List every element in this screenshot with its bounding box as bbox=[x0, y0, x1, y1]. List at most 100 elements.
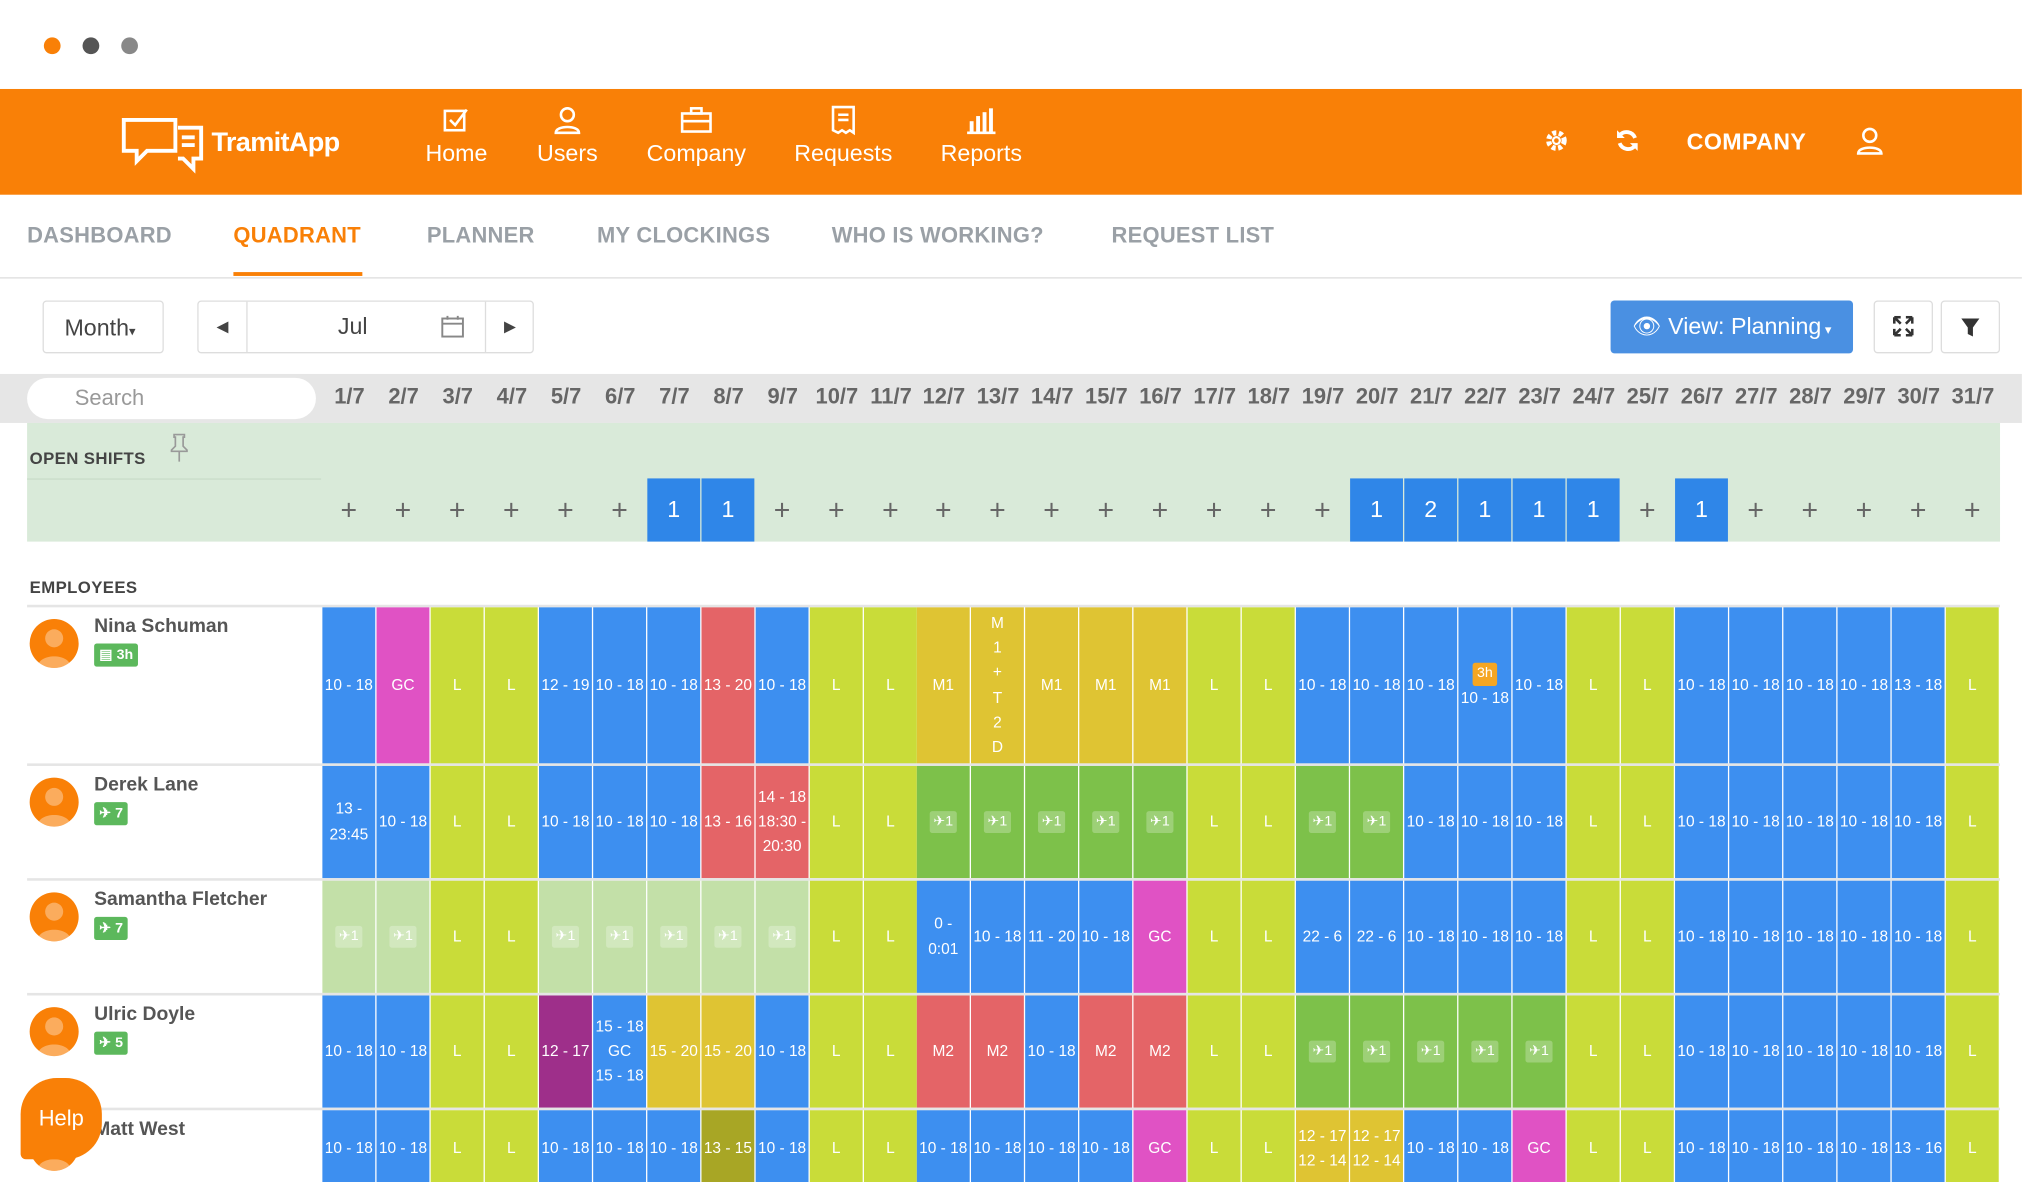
calendar-icon[interactable] bbox=[441, 315, 464, 345]
company-menu[interactable]: COMPANY bbox=[1687, 129, 1807, 156]
add-open-shift-button[interactable]: + bbox=[1946, 478, 1999, 541]
shift-cell[interactable]: 22 - 6 bbox=[1350, 881, 1403, 993]
shift-cell[interactable]: 10 - 18 bbox=[1025, 995, 1078, 1107]
window-dot-minimize[interactable] bbox=[83, 37, 100, 54]
shift-cell[interactable]: 10 - 18 bbox=[1783, 881, 1836, 993]
avatar[interactable] bbox=[30, 778, 79, 827]
shift-cell[interactable]: 10 - 18 bbox=[377, 1110, 430, 1182]
shift-cell[interactable]: 13 - 23:45 bbox=[322, 766, 375, 878]
shift-cell[interactable]: ✈1 bbox=[1133, 766, 1186, 878]
shift-cell[interactable]: 13 - 16 bbox=[701, 766, 754, 878]
shift-cell[interactable]: ✈1 bbox=[1404, 995, 1457, 1107]
shift-cell[interactable]: 10 - 18 bbox=[1892, 766, 1945, 878]
shift-cell[interactable]: L bbox=[1567, 766, 1620, 878]
shift-cell[interactable]: L bbox=[1946, 995, 1999, 1107]
shift-cell[interactable]: 10 - 18 bbox=[322, 1110, 375, 1182]
gear-icon[interactable] bbox=[1544, 128, 1570, 160]
shift-cell[interactable]: 10 - 18 bbox=[647, 766, 700, 878]
shift-cell[interactable]: L bbox=[810, 607, 863, 763]
add-open-shift-button[interactable]: + bbox=[593, 478, 646, 541]
shift-cell[interactable]: ✈1 bbox=[322, 881, 375, 993]
shift-cell[interactable]: L bbox=[1621, 995, 1674, 1107]
shift-cell[interactable]: 10 - 18 bbox=[1079, 1110, 1132, 1182]
shift-cell[interactable]: L bbox=[1946, 881, 1999, 993]
shift-cell[interactable]: ✈1 bbox=[1350, 766, 1403, 878]
open-shift-count[interactable]: 1 bbox=[1458, 478, 1511, 541]
nav-requests[interactable]: Requests bbox=[793, 104, 894, 184]
nav-company[interactable]: Company bbox=[643, 104, 749, 184]
shift-cell[interactable]: L bbox=[485, 1110, 538, 1182]
shift-cell[interactable]: 10 - 18 bbox=[1838, 881, 1891, 993]
add-open-shift-button[interactable]: + bbox=[539, 478, 592, 541]
shift-cell[interactable]: L bbox=[431, 995, 484, 1107]
shift-cell[interactable]: 10 - 18 bbox=[1404, 1110, 1457, 1182]
shift-cell[interactable]: L bbox=[1946, 607, 1999, 763]
tab-who-is-working[interactable]: WHO IS WORKING? bbox=[832, 223, 1044, 249]
shift-cell[interactable]: M2 bbox=[917, 995, 970, 1107]
shift-cell[interactable]: L bbox=[1242, 995, 1295, 1107]
filter-button[interactable] bbox=[1941, 300, 2000, 353]
nav-reports[interactable]: Reports bbox=[937, 104, 1025, 184]
shift-cell[interactable]: 10 - 18 bbox=[1458, 766, 1511, 878]
next-month-icon[interactable]: ▶ bbox=[485, 302, 534, 352]
shift-cell[interactable]: L bbox=[485, 881, 538, 993]
shift-cell[interactable]: L bbox=[1188, 607, 1241, 763]
shift-cell[interactable]: L bbox=[485, 995, 538, 1107]
shift-cell[interactable]: ✈1 bbox=[1296, 766, 1349, 878]
open-shift-count[interactable]: 1 bbox=[647, 478, 700, 541]
shift-cell[interactable]: ✈1 bbox=[701, 881, 754, 993]
shift-cell[interactable]: M2 bbox=[1133, 995, 1186, 1107]
shift-cell[interactable]: 10 - 18 bbox=[1783, 1110, 1836, 1182]
shift-cell[interactable]: 10 - 18 bbox=[539, 766, 592, 878]
shift-cell[interactable]: 10 - 18 bbox=[1513, 881, 1566, 993]
add-open-shift-button[interactable]: + bbox=[1783, 478, 1836, 541]
shift-cell[interactable]: 10 - 18 bbox=[322, 607, 375, 763]
shift-cell[interactable]: 10 - 18 bbox=[1458, 881, 1511, 993]
shift-cell[interactable]: 10 - 18 bbox=[1675, 1110, 1728, 1182]
refresh-icon[interactable] bbox=[1614, 128, 1640, 160]
shift-cell[interactable]: 10 - 18 bbox=[1675, 766, 1728, 878]
open-shift-count[interactable]: 1 bbox=[1675, 478, 1728, 541]
shift-cell[interactable]: 12 - 17 bbox=[539, 995, 592, 1107]
month-label[interactable]: Jul bbox=[338, 313, 368, 340]
shift-cell[interactable]: L bbox=[810, 995, 863, 1107]
shift-cell[interactable]: ✈1 bbox=[593, 881, 646, 993]
avatar[interactable] bbox=[30, 1007, 79, 1056]
shift-cell[interactable]: M2 bbox=[971, 995, 1024, 1107]
shift-cell[interactable]: L bbox=[1242, 881, 1295, 993]
shift-cell[interactable]: ✈1 bbox=[1296, 995, 1349, 1107]
open-shift-count[interactable]: 2 bbox=[1404, 478, 1457, 541]
shift-cell[interactable]: L bbox=[864, 607, 917, 763]
shift-cell[interactable]: ✈1 bbox=[971, 766, 1024, 878]
shift-cell[interactable]: L bbox=[431, 881, 484, 993]
shift-cell[interactable]: ✈1 bbox=[1458, 995, 1511, 1107]
shift-cell[interactable]: L bbox=[431, 607, 484, 763]
shift-cell[interactable]: M2 bbox=[1079, 995, 1132, 1107]
shift-cell[interactable]: 11 - 20 bbox=[1025, 881, 1078, 993]
shift-cell[interactable]: ✈1 bbox=[1079, 766, 1132, 878]
shift-cell[interactable]: L bbox=[1567, 1110, 1620, 1182]
add-open-shift-button[interactable]: + bbox=[1621, 478, 1674, 541]
shift-cell[interactable]: 10 - 18 bbox=[1675, 995, 1728, 1107]
shift-cell[interactable]: 10 - 18 bbox=[1513, 766, 1566, 878]
shift-cell[interactable]: 10 - 18 bbox=[1729, 766, 1782, 878]
shift-cell[interactable]: 10 - 18 bbox=[593, 607, 646, 763]
shift-cell[interactable]: 15 - 20 bbox=[701, 995, 754, 1107]
fullscreen-button[interactable] bbox=[1874, 300, 1933, 353]
open-shift-count[interactable]: 1 bbox=[1513, 478, 1566, 541]
shift-cell[interactable]: L bbox=[1242, 1110, 1295, 1182]
shift-cell[interactable]: 10 - 18 bbox=[1729, 881, 1782, 993]
shift-cell[interactable]: L bbox=[1621, 607, 1674, 763]
shift-cell[interactable]: 0 - 0:01 bbox=[917, 881, 970, 993]
shift-cell[interactable]: 10 - 18 bbox=[1838, 1110, 1891, 1182]
shift-cell[interactable]: 10 - 18 bbox=[1404, 881, 1457, 993]
shift-cell[interactable]: 10 - 18 bbox=[1079, 881, 1132, 993]
shift-cell[interactable]: L bbox=[810, 881, 863, 993]
shift-cell[interactable]: GC bbox=[1133, 1110, 1186, 1182]
shift-cell[interactable]: 14 - 18 18:30 - 20:30 bbox=[756, 766, 809, 878]
shift-cell[interactable]: 10 - 18 bbox=[1892, 995, 1945, 1107]
shift-cell[interactable]: ✈1 bbox=[647, 881, 700, 993]
employee-name[interactable]: Derek Lane bbox=[94, 774, 198, 796]
shift-cell[interactable]: 10 - 18 bbox=[1675, 607, 1728, 763]
add-open-shift-button[interactable]: + bbox=[1838, 478, 1891, 541]
